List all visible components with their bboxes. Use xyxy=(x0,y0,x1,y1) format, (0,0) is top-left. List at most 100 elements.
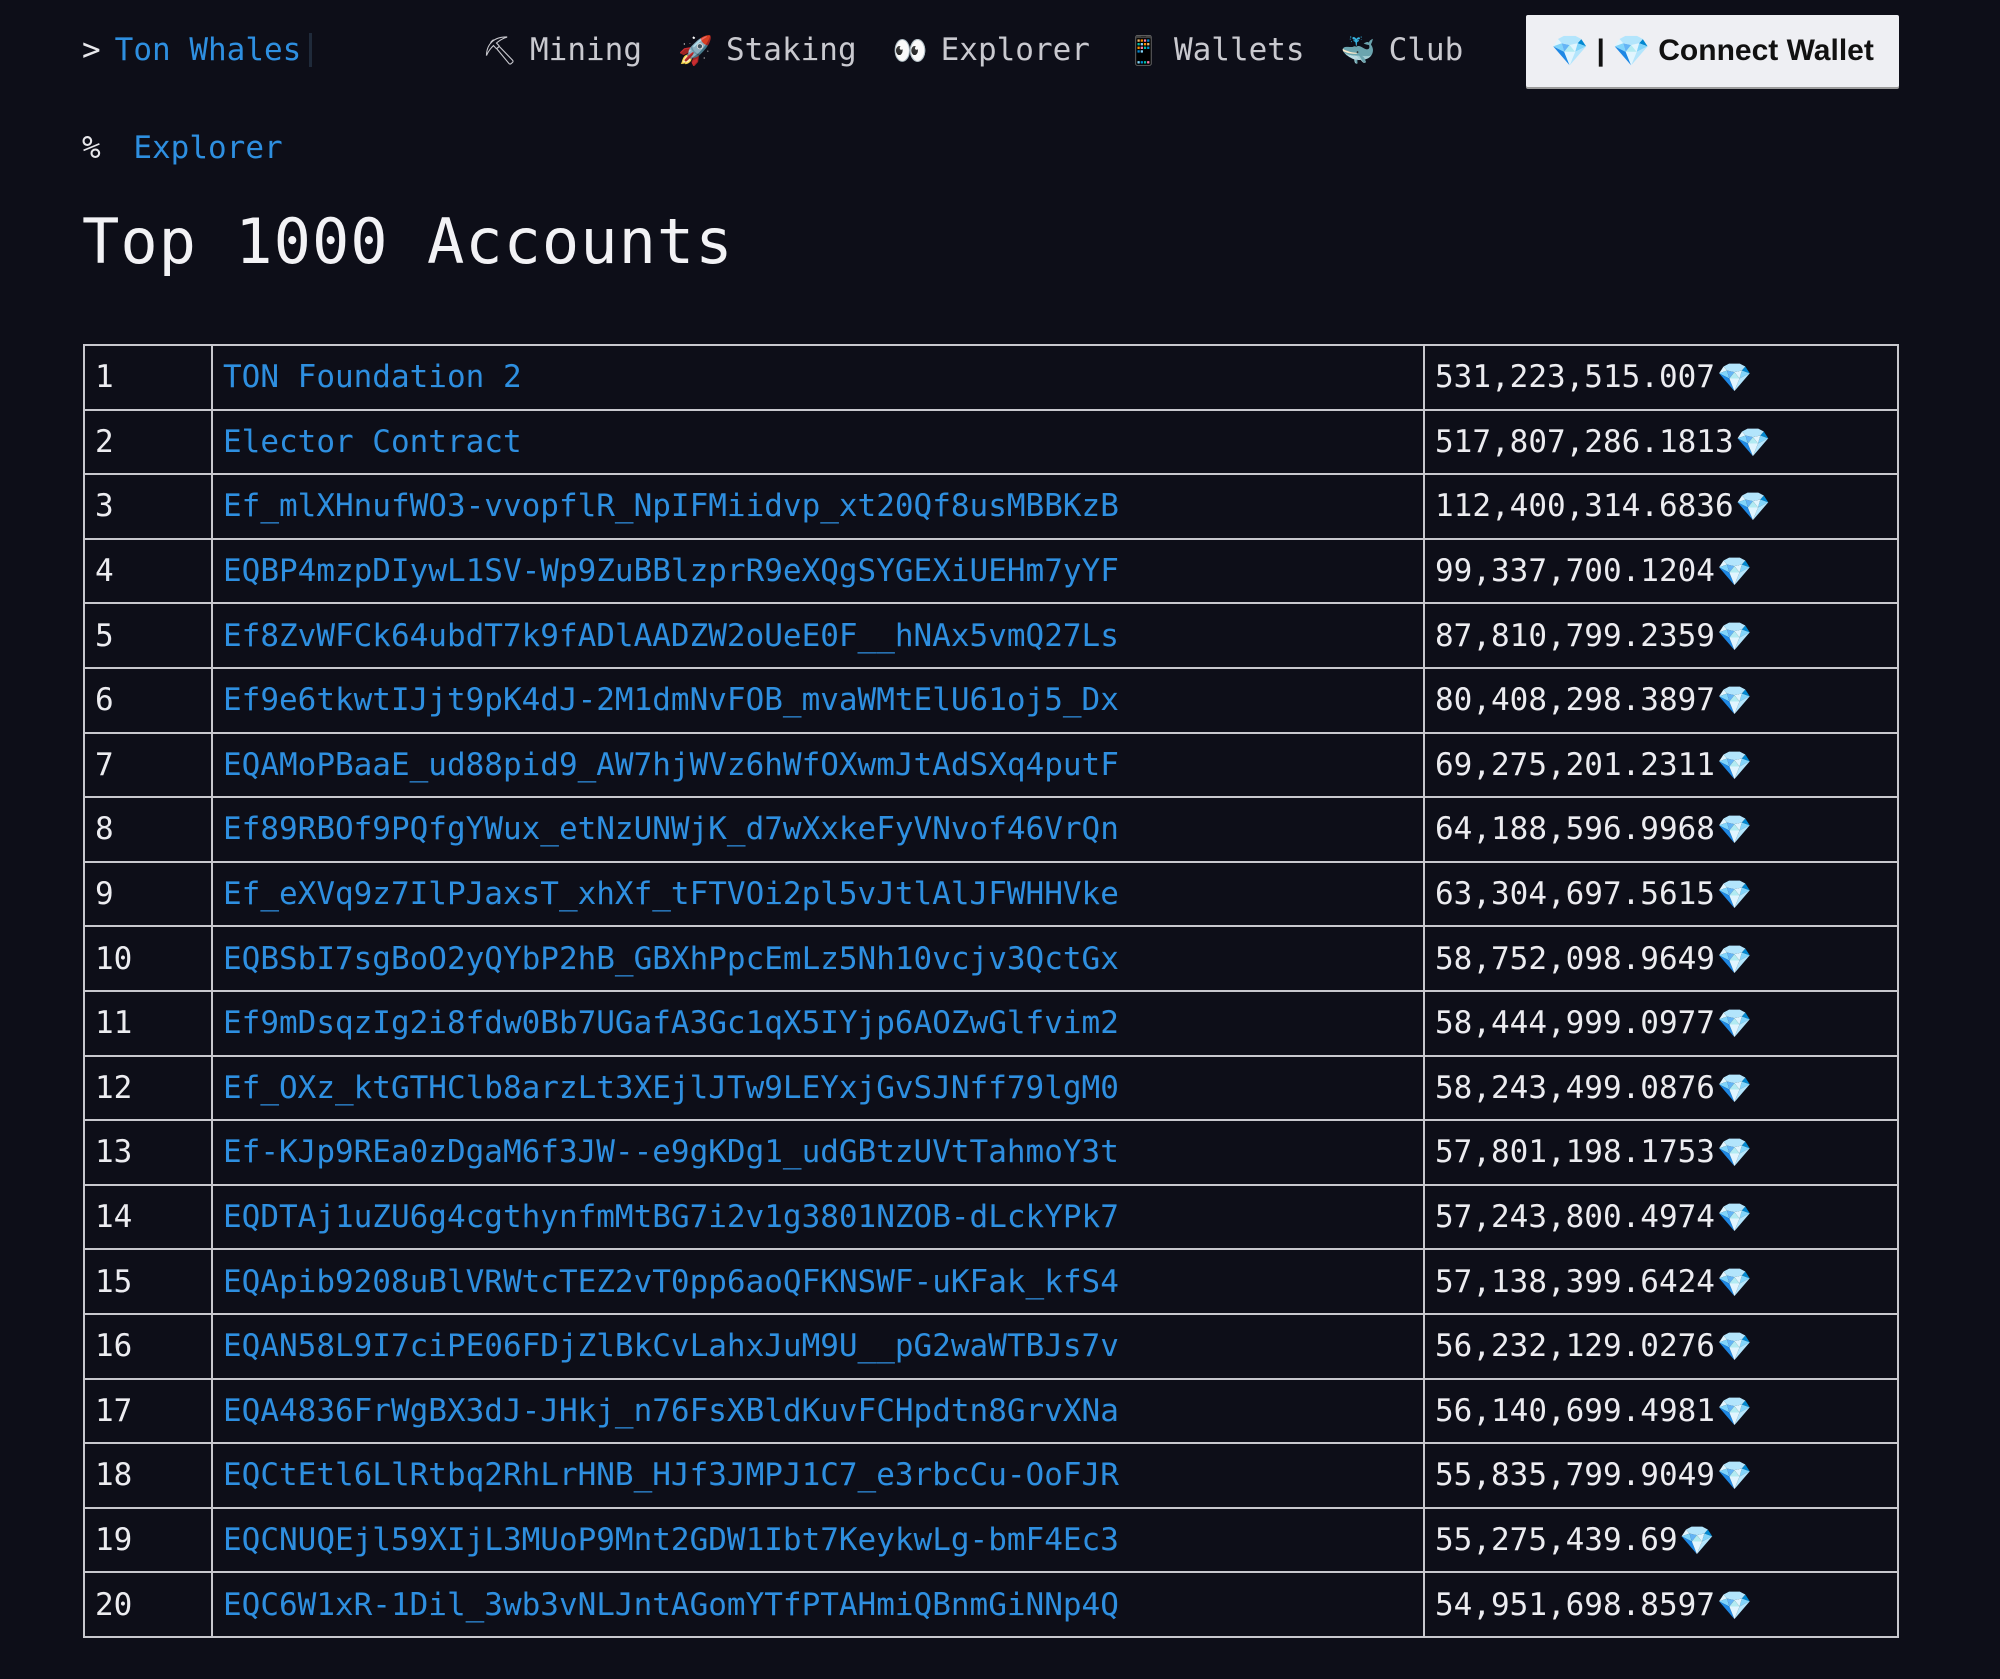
rank-cell: 10 xyxy=(83,925,213,992)
breadcrumb-explorer-link[interactable]: Explorer xyxy=(133,130,282,166)
account-link[interactable]: Ef89RBOf9PQfgYWux_etNzUNWjK_d7wXxkeFyVNv… xyxy=(223,811,1119,847)
account-cell: EQC6W1xR-1Dil_3wb3vNLJntAGomYTfPTAHmiQBn… xyxy=(211,1571,1425,1638)
diamond-icon: 💎 xyxy=(1716,1588,1752,1622)
rank-number: 6 xyxy=(95,682,114,719)
diamond-icon: 💎 xyxy=(1716,813,1752,847)
account-link[interactable]: EQA4836FrWgBX3dJ-JHkj_n76FsXBldKuvFCHpdt… xyxy=(223,1393,1119,1429)
rank-cell: 1 xyxy=(83,344,213,411)
account-link[interactable]: EQBP4mzpDIywL1SV-Wp9ZuBBlzprR9eXQgSYGEXi… xyxy=(223,553,1119,589)
account-cell: Ef8ZvWFCk64ubdT7k9fADlAADZW2oUeE0F__hNAx… xyxy=(211,602,1425,669)
balance-value: 112,400,314.6836 xyxy=(1435,488,1734,525)
nav-item-mining[interactable]: ⛏ Mining xyxy=(482,32,642,68)
account-link[interactable]: Ef9e6tkwtIJjt9pK4dJ-2M1dmNvFOB_mvaWMtElU… xyxy=(223,682,1119,718)
table-row: 12 Ef_OXz_ktGTHClb8arzLt3XEjlJTw9LEYxjGvS… xyxy=(83,1054,1899,1122)
nav-item-wallets[interactable]: 📱 Wallets xyxy=(1126,32,1305,68)
table-row: 16 EQAN58L9I7ciPE06FDjZlBkCvLahxJuM9U__pG… xyxy=(83,1312,1899,1380)
rank-number: 7 xyxy=(95,746,114,783)
balance-cell: 64,188,596.9968💎 xyxy=(1423,796,1899,863)
whale-icon: 🐳 xyxy=(1340,33,1376,67)
rank-cell: 11 xyxy=(83,989,213,1057)
diamond-icon: 💎 xyxy=(1716,684,1752,718)
balance-value: 56,140,699.4981 xyxy=(1435,1392,1715,1429)
account-cell: Ef_OXz_ktGTHClb8arzLt3XEjlJTw9LEYxjGvSJN… xyxy=(211,1054,1425,1122)
nav-item-explorer[interactable]: 👀 Explorer xyxy=(893,32,1090,68)
table-row: 2 Elector Contract 517,807,286.1813💎 xyxy=(83,408,1899,476)
balance-cell: 58,243,499.0876💎 xyxy=(1423,1054,1899,1122)
connect-wallet-button[interactable]: 💎 | 💎 Connect Wallet xyxy=(1526,15,1899,87)
account-link[interactable]: Ef-KJp9REa0zDgaM6f3JW--e9gKDg1_udGBtzUVt… xyxy=(223,1134,1119,1170)
balance-cell: 87,810,799.2359💎 xyxy=(1423,602,1899,669)
brand-logo[interactable]: > Ton Whales xyxy=(82,32,313,68)
rocket-icon: 🚀 xyxy=(677,33,713,67)
rank-number: 5 xyxy=(95,617,114,654)
account-link[interactable]: EQC6W1xR-1Dil_3wb3vNLJntAGomYTfPTAHmiQBn… xyxy=(223,1587,1119,1623)
account-cell: Ef9e6tkwtIJjt9pK4dJ-2M1dmNvFOB_mvaWMtElU… xyxy=(211,666,1425,734)
account-cell: EQAMoPBaaE_ud88pid9_AW7hjWVz6hWfOXwmJtAd… xyxy=(211,731,1425,799)
account-link[interactable]: Ef8ZvWFCk64ubdT7k9fADlAADZW2oUeE0F__hNAx… xyxy=(223,618,1119,654)
account-link[interactable]: EQDTAj1uZU6g4cgthynfmMtBG7i2v1g3801NZOB-… xyxy=(223,1199,1119,1235)
table-row: 1 TON Foundation 2 531,223,515.007💎 xyxy=(83,344,1899,411)
diamond-icon: 💎 xyxy=(1735,425,1771,459)
account-cell: EQBP4mzpDIywL1SV-Wp9ZuBBlzprR9eXQgSYGEXi… xyxy=(211,537,1425,605)
connect-wallet-label: Connect Wallet xyxy=(1658,34,1874,67)
balance-cell: 99,337,700.1204💎 xyxy=(1423,537,1899,605)
account-link[interactable]: EQAMoPBaaE_ud88pid9_AW7hjWVz6hWfOXwmJtAd… xyxy=(223,747,1119,783)
account-link[interactable]: EQCtEtl6LlRtbq2RhLrHNB_HJf3JMPJ1C7_e3rbc… xyxy=(223,1457,1119,1493)
account-cell: Elector Contract xyxy=(211,408,1425,476)
table-row: 20 EQC6W1xR-1Dil_3wb3vNLJntAGomYTfPTAHmiQ… xyxy=(83,1571,1899,1638)
brand-name[interactable]: Ton Whales xyxy=(115,32,302,68)
diamond-icon: 💎 xyxy=(1716,555,1752,589)
table-row: 13 Ef-KJp9REa0zDgaM6f3JW--e9gKDg1_udGBtzU… xyxy=(83,1119,1899,1186)
separator: | xyxy=(1596,34,1605,67)
rank-number: 8 xyxy=(95,811,114,848)
rank-cell: 16 xyxy=(83,1312,213,1380)
table-row: 14 EQDTAj1uZU6g4cgthynfmMtBG7i2v1g3801NZO… xyxy=(83,1183,1899,1251)
diamond-icon: 💎 xyxy=(1716,1136,1752,1170)
diamond-icon: 💎 xyxy=(1735,490,1771,524)
phone-icon: 📱 xyxy=(1125,33,1161,67)
rank-number: 9 xyxy=(95,876,114,913)
table-row: 7 EQAMoPBaaE_ud88pid9_AW7hjWVz6hWfOXwmJtA… xyxy=(83,731,1899,799)
account-link[interactable]: EQAN58L9I7ciPE06FDjZlBkCvLahxJuM9U__pG2w… xyxy=(223,1328,1119,1364)
account-link[interactable]: EQBSbI7sgBoO2yQYbP2hB_GBXhPpcEmLz5Nh10vc… xyxy=(223,941,1119,977)
nav-item-staking[interactable]: 🚀 Staking xyxy=(678,32,857,68)
account-link[interactable]: Ef9mDsqzIg2i8fdw0Bb7UGafA3Gc1qX5IYjp6AOZ… xyxy=(223,1005,1119,1041)
balance-cell: 80,408,298.3897💎 xyxy=(1423,666,1899,734)
rank-cell: 6 xyxy=(83,666,213,734)
balance-cell: 517,807,286.1813💎 xyxy=(1423,408,1899,476)
balance-value: 56,232,129.0276 xyxy=(1435,1328,1715,1365)
balance-value: 58,752,098.9649 xyxy=(1435,940,1715,977)
account-link[interactable]: Ef_OXz_ktGTHClb8arzLt3XEjlJTw9LEYxjGvSJN… xyxy=(223,1070,1119,1106)
account-link[interactable]: Ef_mlXHnufWO3-vvopflR_NpIFMiidvp_xt20Qf8… xyxy=(223,488,1119,524)
table-row: 6 Ef9e6tkwtIJjt9pK4dJ-2M1dmNvFOB_mvaWMtEl… xyxy=(83,666,1899,734)
balance-value: 57,801,198.1753 xyxy=(1435,1134,1715,1171)
rank-number: 16 xyxy=(95,1328,133,1365)
prompt-symbol: > xyxy=(82,32,101,68)
account-link[interactable]: Ef_eXVq9z7IlPJaxsT_xhXf_tFTVOi2pl5vJtlAl… xyxy=(223,876,1119,912)
account-link[interactable]: EQCNUQEjl59XIjL3MUoP9Mnt2GDW1Ibt7KeykwLg… xyxy=(223,1522,1119,1558)
diamond-icon: 💎 xyxy=(1716,361,1752,395)
nav-item-label: Wallets xyxy=(1173,32,1305,68)
nav-item-club[interactable]: 🐳 Club xyxy=(1341,32,1464,68)
rank-cell: 3 xyxy=(83,473,213,540)
table-row: 4 EQBP4mzpDIywL1SV-Wp9ZuBBlzprR9eXQgSYGEX… xyxy=(83,537,1899,605)
diamond-icon: 💎 xyxy=(1716,942,1752,976)
rank-cell: 14 xyxy=(83,1183,213,1251)
balance-cell: 531,223,515.007💎 xyxy=(1423,344,1899,411)
rank-number: 10 xyxy=(95,940,133,977)
breadcrumb: % Explorer xyxy=(82,130,283,166)
eyes-icon: 👀 xyxy=(892,33,928,67)
account-link[interactable]: EQApib9208uBlVRWtcTEZ2vT0pp6aoQFKNSWF-uK… xyxy=(223,1264,1119,1300)
account-cell: EQAN58L9I7ciPE06FDjZlBkCvLahxJuM9U__pG2w… xyxy=(211,1312,1425,1380)
balance-value: 63,304,697.5615 xyxy=(1435,876,1715,913)
account-cell: EQApib9208uBlVRWtcTEZ2vT0pp6aoQFKNSWF-uK… xyxy=(211,1248,1425,1315)
balance-value: 69,275,201.2311 xyxy=(1435,746,1715,783)
diamond-icon: 💎 xyxy=(1716,878,1752,912)
page-title: Top 1000 Accounts xyxy=(82,205,734,278)
balance-value: 54,951,698.8597 xyxy=(1435,1586,1715,1623)
table-row: 18 EQCtEtl6LlRtbq2RhLrHNB_HJf3JMPJ1C7_e3r… xyxy=(83,1442,1899,1509)
account-link[interactable]: Elector Contract xyxy=(223,424,522,460)
diamond-icon: 💎 xyxy=(1716,1394,1752,1428)
rank-cell: 4 xyxy=(83,537,213,605)
account-link[interactable]: TON Foundation 2 xyxy=(223,359,522,395)
